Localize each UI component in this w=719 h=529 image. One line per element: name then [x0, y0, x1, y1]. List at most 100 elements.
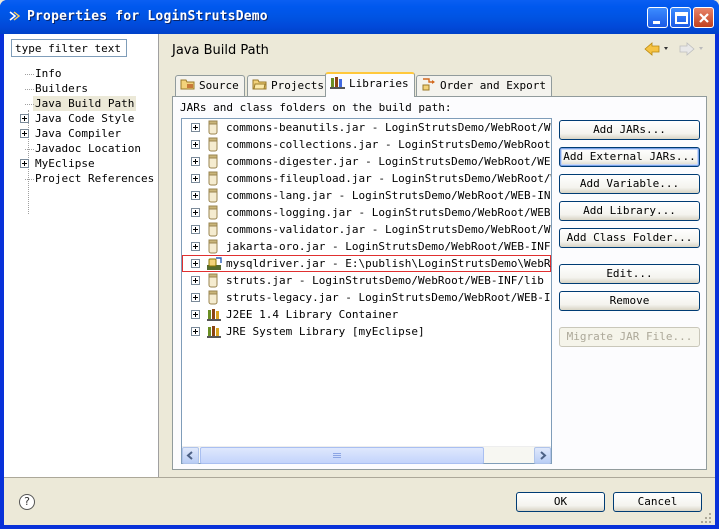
- list-item[interactable]: struts-legacy.jar - LoginStrutsDemo/WebR…: [182, 289, 551, 306]
- list-item-label: commons-logging.jar - LoginStrutsDemo/We…: [226, 206, 551, 219]
- tree-connector: [25, 149, 34, 150]
- list-item[interactable]: commons-fileupload.jar - LoginStrutsDemo…: [182, 170, 551, 187]
- expand-icon[interactable]: [191, 174, 200, 183]
- list-item[interactable]: commons-logging.jar - LoginStrutsDemo/We…: [182, 204, 551, 221]
- expand-icon[interactable]: [191, 327, 200, 336]
- list-item-label: J2EE 1.4 Library Container: [226, 308, 399, 321]
- properties-window-icon: [9, 11, 20, 21]
- maximize-button[interactable]: [670, 7, 691, 28]
- list-item[interactable]: commons-lang.jar - LoginStrutsDemo/WebRo…: [182, 187, 551, 204]
- minimize-button[interactable]: [647, 7, 668, 28]
- migrate-jar-label: Migrate JAR File...: [566, 330, 693, 343]
- list-item[interactable]: commons-digester.jar - LoginStrutsDemo/W…: [182, 153, 551, 170]
- expand-icon[interactable]: [191, 310, 200, 319]
- edit-label: Edit...: [606, 267, 653, 280]
- list-label: JARs and class folders on the build path…: [180, 101, 452, 114]
- expand-icon[interactable]: [20, 159, 29, 168]
- list-item-label: commons-fileupload.jar - LoginStrutsDemo…: [226, 172, 551, 185]
- scroll-left-button[interactable]: [182, 447, 199, 464]
- back-arrow-icon[interactable]: [643, 41, 673, 57]
- expand-icon[interactable]: [191, 123, 200, 132]
- ok-button[interactable]: OK: [516, 492, 605, 512]
- expand-icon[interactable]: [20, 129, 29, 138]
- migrate-jar-button[interactable]: Migrate JAR File...: [559, 327, 700, 347]
- list-item-label: jakarta-oro.jar - LoginStrutsDemo/WebRoo…: [226, 240, 552, 253]
- resize-grip-icon[interactable]: [700, 512, 712, 524]
- add-jars-label: Add JARs...: [593, 123, 666, 136]
- list-item[interactable]: commons-validator.jar - LoginStrutsDemo/…: [182, 221, 551, 238]
- list-item[interactable]: J2EE 1.4 Library Container: [182, 306, 551, 323]
- library-container-icon: [206, 324, 222, 344]
- tab-source-label: Source: [199, 79, 239, 92]
- expand-icon[interactable]: [191, 140, 200, 149]
- list-item[interactable]: struts.jar - LoginStrutsDemo/WebRoot/WEB…: [182, 272, 551, 289]
- cancel-label: Cancel: [637, 495, 678, 508]
- tree-item-javadoc-location[interactable]: Javadoc Location: [35, 141, 141, 156]
- add-library-label: Add Library...: [583, 204, 676, 217]
- expand-icon[interactable]: [191, 259, 200, 268]
- chevron-left-icon: [186, 451, 193, 460]
- tree-item-info[interactable]: Info: [35, 66, 62, 81]
- tab-order-and-export[interactable]: Order and Export: [416, 75, 552, 96]
- remove-button[interactable]: Remove: [559, 291, 700, 311]
- minimize-icon: [653, 21, 660, 24]
- close-icon: [699, 13, 709, 23]
- footer-divider: [4, 477, 715, 478]
- list-item[interactable]: commons-collections.jar - LoginStrutsDem…: [182, 136, 551, 153]
- list-item-label: commons-lang.jar - LoginStrutsDemo/WebRo…: [226, 189, 552, 202]
- list-item[interactable]: commons-beanutils.jar - LoginStrutsDemo/…: [182, 119, 551, 136]
- tree-connector: [25, 74, 34, 75]
- add-external-jars-label: Add External JARs...: [563, 150, 696, 163]
- build-path-list[interactable]: commons-beanutils.jar - LoginStrutsDemo/…: [181, 118, 552, 464]
- expand-icon[interactable]: [191, 225, 200, 234]
- add-external-jars-button[interactable]: Add External JARs...: [559, 147, 700, 167]
- tab-source[interactable]: Source: [175, 75, 245, 96]
- scrollbar-thumb[interactable]: [200, 447, 484, 464]
- maximize-icon: [675, 12, 688, 24]
- add-variable-button[interactable]: Add Variable...: [559, 174, 700, 194]
- cancel-button[interactable]: Cancel: [613, 492, 702, 512]
- tree-item-builders[interactable]: Builders: [35, 81, 88, 96]
- add-class-folder-button[interactable]: Add Class Folder...: [559, 228, 700, 248]
- filter-input[interactable]: [11, 39, 127, 57]
- add-library-button[interactable]: Add Library...: [559, 201, 700, 221]
- add-jars-button[interactable]: Add JARs...: [559, 120, 700, 140]
- expand-icon[interactable]: [191, 191, 200, 200]
- tab-libraries[interactable]: Libraries: [325, 72, 415, 97]
- tree-item-java-build-path[interactable]: Java Build Path: [33, 96, 137, 111]
- horizontal-scrollbar[interactable]: [182, 446, 551, 464]
- list-item-label: commons-digester.jar - LoginStrutsDemo/W…: [226, 155, 551, 168]
- tab-order-and-export-label: Order and Export: [440, 79, 546, 92]
- close-button[interactable]: [693, 7, 714, 28]
- expand-icon[interactable]: [191, 208, 200, 217]
- tab-projects-label: Projects: [271, 79, 324, 92]
- tree-item-java-compiler[interactable]: Java Compiler: [35, 126, 121, 141]
- list-item-label: struts-legacy.jar - LoginStrutsDemo/WebR…: [226, 291, 551, 304]
- forward-arrow-icon[interactable]: [678, 41, 708, 57]
- expand-icon[interactable]: [20, 114, 29, 123]
- page-title: Java Build Path: [172, 43, 269, 58]
- tree-item-project-references[interactable]: Project References: [35, 171, 154, 186]
- help-icon[interactable]: ?: [19, 494, 35, 510]
- source-folder-icon: [180, 79, 195, 90]
- edit-button[interactable]: Edit...: [559, 264, 700, 284]
- expand-icon[interactable]: [191, 293, 200, 302]
- tree-item-java-code-style[interactable]: Java Code Style: [35, 111, 134, 126]
- expand-icon[interactable]: [191, 157, 200, 166]
- libraries-icon: [330, 77, 345, 89]
- expand-icon[interactable]: [191, 276, 200, 285]
- list-item-label: commons-collections.jar - LoginStrutsDem…: [226, 138, 551, 151]
- tree-connector: [25, 89, 34, 90]
- tree-item-myeclipse[interactable]: MyEclipse: [35, 156, 95, 171]
- tab-projects[interactable]: Projects: [247, 75, 330, 96]
- list-item-label: commons-beanutils.jar - LoginStrutsDemo/…: [226, 121, 552, 134]
- expand-icon[interactable]: [191, 242, 200, 251]
- add-class-folder-label: Add Class Folder...: [566, 231, 693, 244]
- scroll-right-button[interactable]: [534, 447, 551, 464]
- title-bar[interactable]: Properties for LoginStrutsDemo: [0, 0, 719, 34]
- tree-connector: [25, 104, 34, 105]
- list-item[interactable]: JRE System Library [myEclipse]: [182, 323, 551, 340]
- ok-label: OK: [553, 495, 568, 508]
- list-item[interactable]: mysqldriver.jar - E:\publish\LoginStruts…: [182, 255, 551, 272]
- list-item[interactable]: jakarta-oro.jar - LoginStrutsDemo/WebRoo…: [182, 238, 551, 255]
